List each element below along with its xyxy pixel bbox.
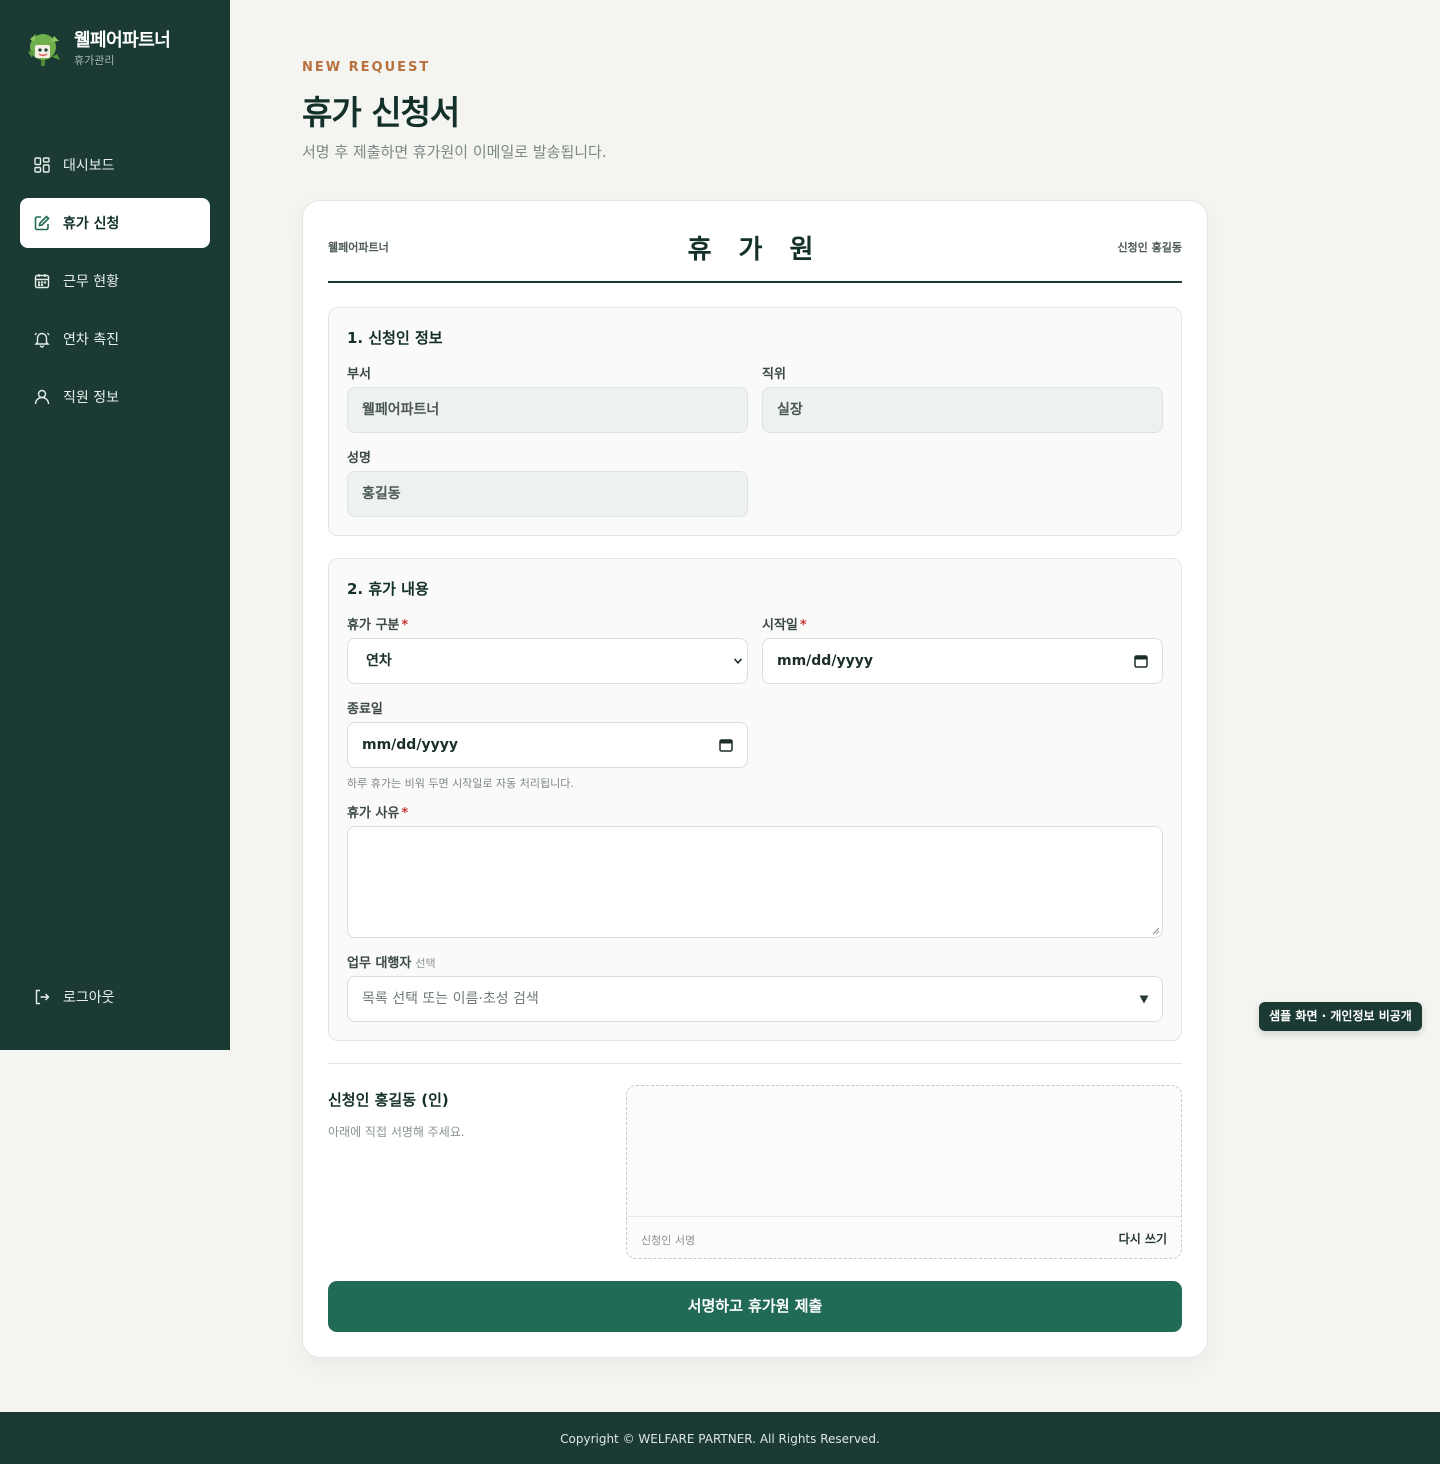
delegate-label-text: 업무 대행자 <box>347 956 412 971</box>
bell-icon <box>34 332 50 348</box>
sidebar-item-work-status[interactable]: 근무 현황 <box>20 256 210 306</box>
name-field: 홍길동 <box>347 471 748 517</box>
calendar-icon[interactable] <box>1134 654 1148 668</box>
chevron-down-icon <box>733 658 743 664</box>
sidebar-item-label: 직원 정보 <box>63 390 119 406</box>
brand-subtitle: 휴가관리 <box>74 53 115 67</box>
footer: Copyright © WELFARE PARTNER. All Rights … <box>0 1412 1440 1464</box>
brand-logo-icon <box>28 34 60 66</box>
required-mark: * <box>401 618 409 633</box>
resize-handle-icon[interactable] <box>1151 926 1160 935</box>
logout-button[interactable]: 로그아웃 <box>20 972 210 1022</box>
signature-pad[interactable]: 신청인 서명 다시 쓰기 <box>626 1085 1182 1259</box>
delegate-placeholder: 목록 선택 또는 이름·초성 검색 <box>362 991 539 1007</box>
logout-icon <box>35 989 50 1005</box>
sidebar-item-dashboard[interactable]: 대시보드 <box>20 140 210 190</box>
signature-description: 아래에 직접 서명해 주세요. <box>328 1125 465 1139</box>
applicant-info-section: 1. 신청인 정보 부서 웰페어파트너 직위 실장 성명 홍길동 <box>328 307 1182 536</box>
sidebar-item-employee-info[interactable]: 직원 정보 <box>20 372 210 422</box>
brand-name: 웰페어파트너 <box>74 29 171 51</box>
signature-caption: 신청인 서명 <box>641 1234 696 1247</box>
sidebar: 웰페어파트너 휴가관리 대시보드 휴가 신청 근무 현황 연차 촉진 직원 정보… <box>0 0 230 1050</box>
user-icon <box>34 389 50 405</box>
section-title: 2. 휴가 내용 <box>347 580 429 598</box>
required-mark: * <box>799 618 807 633</box>
end-date-placeholder: mm/dd/yyyy <box>362 737 458 753</box>
sidebar-item-annual-promotion[interactable]: 연차 촉진 <box>20 314 210 364</box>
sidebar-item-label: 연차 촉진 <box>63 332 119 348</box>
delegate-combobox[interactable]: 목록 선택 또는 이름·초성 검색 <box>347 976 1163 1022</box>
sidebar-item-label: 휴가 신청 <box>63 216 120 232</box>
caret-down-icon[interactable] <box>1139 995 1149 1004</box>
copyright-text: Copyright © WELFARE PARTNER. All Rights … <box>560 1432 880 1446</box>
position-field: 실장 <box>762 387 1163 433</box>
page-subtitle: 서명 후 제출하면 휴가원이 이메일로 발송됩니다. <box>302 143 607 161</box>
name-label: 성명 <box>347 451 371 466</box>
signature-title: 신청인 홍길동 (인) <box>328 1091 449 1109</box>
leave-details-section: 2. 휴가 내용 휴가 구분 * 연차 시작일 * mm/dd/yyyy 종료일 m… <box>328 558 1182 1041</box>
leave-type-value: 연차 <box>366 653 392 669</box>
position-label: 직위 <box>762 367 786 382</box>
required-mark: * <box>401 806 409 821</box>
edit-icon <box>34 215 50 231</box>
end-date-input[interactable]: mm/dd/yyyy <box>347 722 748 768</box>
document-applicant: 신청인 홍길동 <box>1117 241 1182 254</box>
department-label: 부서 <box>347 367 371 382</box>
department-field: 웰페어파트너 <box>347 387 748 433</box>
start-date-label-text: 시작일 <box>762 618 798 633</box>
reason-label-text: 휴가 사유 <box>347 806 400 821</box>
leave-type-select[interactable]: 연차 <box>347 638 748 684</box>
section-title: 1. 신청인 정보 <box>347 329 443 347</box>
end-date-label: 종료일 <box>347 702 383 717</box>
delegate-label: 업무 대행자 선택 <box>347 952 436 971</box>
sample-badge: 샘플 화면 · 개인정보 비공개 <box>1259 1002 1422 1031</box>
leave-type-label-text: 휴가 구분 <box>347 618 400 633</box>
calendar-icon[interactable] <box>719 738 733 752</box>
reason-label: 휴가 사유 * <box>347 802 408 821</box>
sidebar-item-label: 근무 현황 <box>63 274 119 290</box>
sidebar-nav: 대시보드 휴가 신청 근무 현황 연차 촉진 직원 정보 <box>20 140 210 430</box>
document-header: 웰페어파트너 휴 가 원 신청인 홍길동 <box>328 223 1182 283</box>
start-date-label: 시작일 * <box>762 614 807 633</box>
calendar-icon <box>34 274 50 289</box>
leave-form-card: 웰페어파트너 휴 가 원 신청인 홍길동 1. 신청인 정보 부서 웰페어파트너… <box>302 200 1208 1358</box>
document-title: 휴 가 원 <box>687 235 823 265</box>
leave-type-label: 휴가 구분 * <box>347 614 408 633</box>
divider <box>328 1063 1182 1064</box>
page-eyebrow: NEW REQUEST <box>302 60 431 75</box>
logout-label: 로그아웃 <box>63 990 115 1006</box>
brand[interactable]: 웰페어파트너 휴가관리 <box>24 28 171 68</box>
start-date-input[interactable]: mm/dd/yyyy <box>762 638 1163 684</box>
sidebar-item-leave-request[interactable]: 휴가 신청 <box>20 198 210 248</box>
sidebar-item-label: 대시보드 <box>63 158 115 174</box>
optional-tag: 선택 <box>415 957 436 970</box>
signature-clear-button[interactable]: 다시 쓰기 <box>1119 1230 1167 1247</box>
signature-pad-footer: 신청인 서명 다시 쓰기 <box>627 1216 1181 1258</box>
submit-button[interactable]: 서명하고 휴가원 제출 <box>328 1281 1182 1332</box>
end-date-helper: 하루 휴가는 비워 두면 시작일로 자동 처리됩니다. <box>347 777 574 790</box>
start-date-placeholder: mm/dd/yyyy <box>777 653 873 669</box>
page-title: 휴가 신청서 <box>302 93 460 132</box>
reason-textarea[interactable] <box>347 826 1163 938</box>
dashboard-icon <box>34 157 50 173</box>
